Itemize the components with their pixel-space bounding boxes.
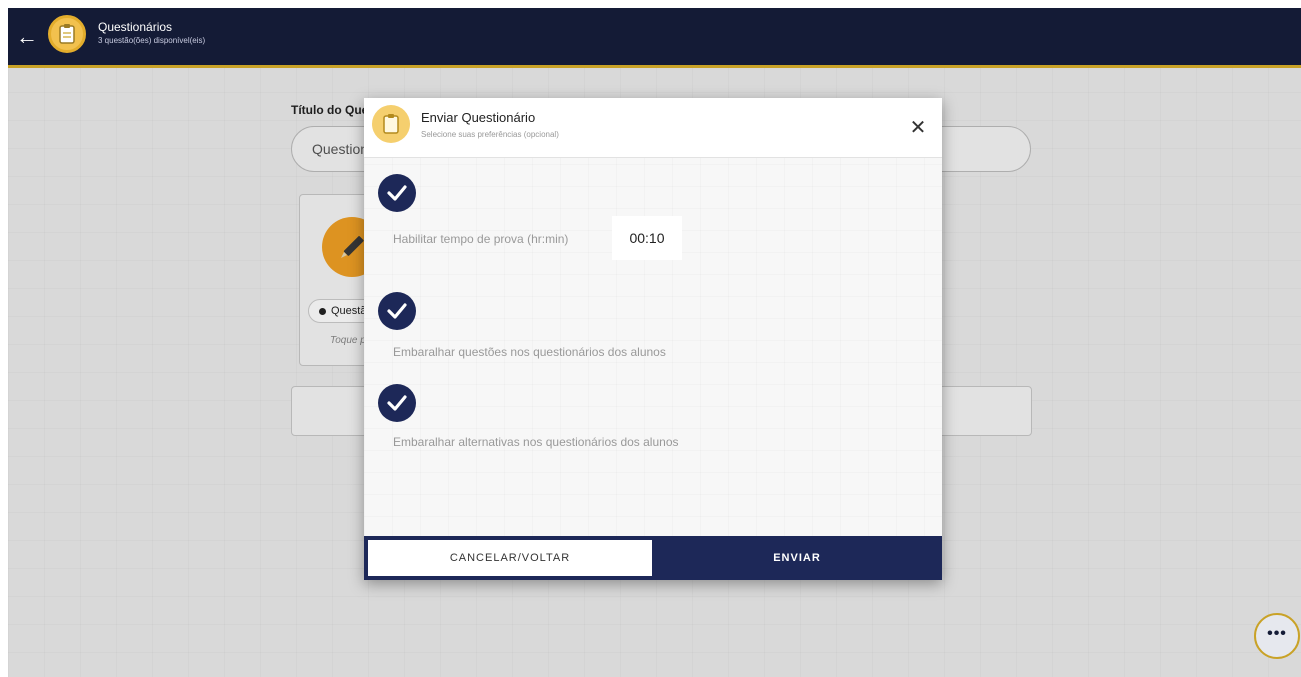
cancel-button[interactable]: CANCELAR/VOLTAR: [368, 540, 652, 576]
header-subtitle: 3 questão(ões) disponível(eis): [98, 36, 206, 45]
more-options-button[interactable]: •••: [1254, 613, 1300, 659]
back-arrow-icon[interactable]: ←: [14, 24, 40, 50]
dialog-subtitle: Selecione suas preferências (opcional): [421, 130, 559, 139]
option-shuffle-questions-label: Embaralhar questões nos questionários do…: [393, 345, 666, 359]
checkmark-icon[interactable]: [378, 174, 416, 212]
option-time-limit-label: Habilitar tempo de prova (hr:min): [393, 232, 569, 246]
clipboard-icon: [372, 105, 410, 143]
clipboard-icon: [48, 15, 86, 53]
checkmark-icon[interactable]: [378, 384, 416, 422]
send-questionnaire-dialog: Enviar Questionário Selecione suas prefe…: [364, 98, 942, 580]
top-bar: ← Questionários 3 questão(ões) disponíve…: [8, 8, 1301, 68]
checkmark-icon[interactable]: [378, 292, 416, 330]
dialog-footer: CANCELAR/VOLTAR ENVIAR: [364, 536, 942, 580]
option-shuffle-alternatives-label: Embaralhar alternativas nos questionário…: [393, 435, 679, 449]
time-limit-input[interactable]: [612, 216, 682, 260]
dialog-title: Enviar Questionário: [421, 110, 536, 125]
send-button[interactable]: ENVIAR: [656, 540, 938, 576]
header-title: Questionários: [98, 20, 173, 34]
dialog-header: Enviar Questionário Selecione suas prefe…: [364, 98, 942, 158]
close-icon[interactable]: ✕: [906, 116, 930, 140]
